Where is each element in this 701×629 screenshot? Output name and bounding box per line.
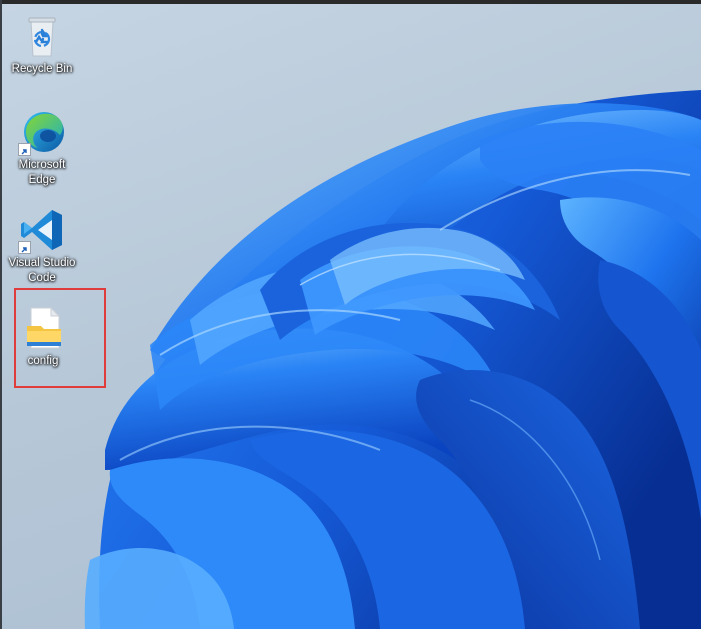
desktop-icon-microsoft-edge[interactable]: Microsoft Edge: [4, 108, 80, 188]
shortcut-arrow-icon: [18, 241, 31, 254]
desktop-icon-label: Recycle Bin: [11, 63, 73, 75]
desktop-icon-config[interactable]: config: [5, 304, 81, 369]
desktop-icon-label: Visual Studio Code: [8, 257, 76, 284]
recycle-bin-icon: [18, 12, 66, 60]
desktop-icon-vscode[interactable]: Visual Studio Code: [4, 206, 80, 286]
microsoft-edge-icon: [18, 108, 66, 156]
desktop[interactable]: Recycle Bin Microsoft Edge Visual Studio…: [0, 0, 701, 629]
wallpaper-bloom: [84, 90, 701, 629]
desktop-icon-recycle-bin[interactable]: Recycle Bin: [4, 12, 80, 77]
vscode-icon: [18, 206, 66, 254]
window-left-edge: [0, 0, 2, 629]
desktop-icon-label: Microsoft Edge: [18, 159, 66, 186]
desktop-icon-label: config: [27, 355, 59, 367]
window-top-edge: [0, 0, 701, 4]
text-file-icon: [19, 304, 67, 352]
shortcut-arrow-icon: [18, 143, 31, 156]
